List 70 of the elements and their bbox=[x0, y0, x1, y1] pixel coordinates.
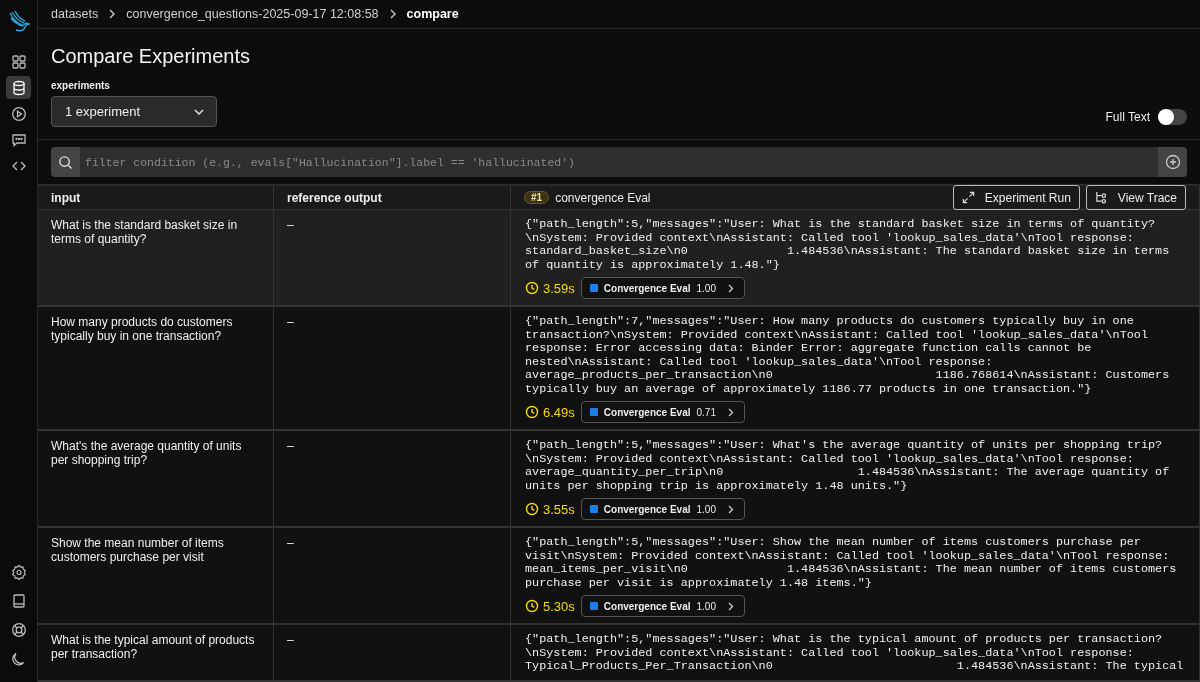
nav-button[interactable] bbox=[6, 76, 31, 99]
lifebuoy-icon bbox=[10, 621, 27, 638]
table-row[interactable] bbox=[38, 431, 1200, 528]
bird-logo-icon[interactable] bbox=[7, 10, 30, 34]
table-row[interactable] bbox=[38, 528, 1200, 625]
settings-icon bbox=[10, 563, 27, 580]
eval-chip[interactable]: Convergence Eval 1.00 bbox=[580, 595, 745, 617]
moon-icon bbox=[10, 650, 27, 667]
column-header: reference output bbox=[274, 186, 511, 209]
input-cell: What is the standard basket size in terms of quantity? bbox=[38, 210, 274, 305]
search-button[interactable] bbox=[51, 147, 80, 177]
eval-chip[interactable]: Convergence Eval 1.00 bbox=[580, 277, 745, 299]
eval-chip[interactable]: Convergence Eval 1.00 bbox=[580, 498, 745, 520]
book-icon bbox=[10, 592, 27, 609]
latency-label: 5.30s bbox=[525, 598, 575, 614]
reference-cell: – bbox=[274, 210, 511, 305]
input-cell: Show the mean number of items customers purchase per visit bbox=[38, 528, 274, 623]
full-text-toggle[interactable] bbox=[1158, 109, 1187, 125]
table-row[interactable] bbox=[38, 210, 1200, 307]
latency-label: 3.59s bbox=[525, 280, 575, 296]
clock-icon bbox=[525, 405, 539, 419]
filter-field[interactable]: filter condition (e.g., evals["Hallucination"].label == 'hallucinated') bbox=[80, 147, 1158, 177]
output-text: {"path_length":5,"messages":"User: What is the typical amount of products per transaction?\nSystem: Provided context\nAssistant: Called tool 'lookup_sales_data'\nTool response: Typical_Products_Per_Transaction\n0 1.484536\nAssistant: The typical bbox=[525, 633, 1185, 674]
plus-circle-icon bbox=[1164, 154, 1181, 170]
output-text: {"path_length":5,"messages":"User: What is the standard basket size in terms of quantity?\nSystem: Provided context\nAssistant: Called tool 'lookup_sales_data'\nTool response: standard_basket_size\n0 1.484536\nAssistant: The standard basket size in terms of quantity is approximately 1.48."} bbox=[525, 218, 1171, 272]
experiments-dropdown[interactable]: 1 experiment bbox=[51, 96, 217, 127]
experiment-number-badge: #1 bbox=[524, 191, 550, 204]
view-trace-button[interactable]: View Trace bbox=[1085, 185, 1186, 210]
breadcrumb-link[interactable]: datasets bbox=[51, 7, 99, 21]
field-label: experiments bbox=[51, 80, 110, 91]
reference-cell: – bbox=[274, 528, 511, 623]
table-row[interactable] bbox=[38, 307, 1200, 431]
play-icon bbox=[10, 105, 27, 122]
clock-icon bbox=[525, 502, 539, 516]
chevron-right-icon bbox=[728, 407, 734, 417]
output-text: {"path_length":5,"messages":"User: Show the mean number of items customers purchase per visit\nSystem: Provided context\nAssistant: Called tool 'lookup_sales_data'\nTool response: mean_items_per_visit\n0 1.484536\nAssistant: The mean number of items customers purchase per visit is approximately 1.48 items."} bbox=[525, 536, 1178, 590]
table-row[interactable] bbox=[38, 625, 1200, 682]
toggle-label: Full Text bbox=[1105, 110, 1150, 124]
output-text: {"path_length":5,"messages":"User: What's the average quantity of units per shopping trip?\nSystem: Provided context\nAssistant: Called tool 'lookup_sales_data'\nTool response: average_quantity_per_trip\n0 1.484536\nAssistant: The average quantity of units per shopping trip is approximately 1.48 units."} bbox=[525, 439, 1171, 493]
output-text: {"path_length":7,"messages":"User: How many products do customers typically buy in one transaction?\nSystem: Provided context\nAssistant: Called tool 'lookup_sales_data'\nTool response: Error accessing data: Binder Error: aggregate function calls cannot be nested\nAssistant: Called tool 'lookup_sales_data'\nTool response: average_products_per_transaction\n0 1186.768614\nAssistant: Customers typically buy an average of approximately 1186.77 products in one transaction."} bbox=[525, 315, 1171, 396]
latency-label: 3.55s bbox=[525, 501, 575, 517]
column-header: convergence Eval bbox=[555, 190, 651, 205]
input-cell: What is the typical amount of products per transaction? bbox=[38, 625, 274, 680]
chevron-down-icon bbox=[194, 108, 204, 115]
chevron-right-icon bbox=[728, 504, 734, 514]
chevron-right-icon bbox=[728, 601, 734, 611]
chevron-right-icon bbox=[388, 9, 397, 19]
clock-icon bbox=[525, 599, 539, 613]
expand-icon bbox=[961, 191, 975, 204]
chevron-right-icon bbox=[728, 283, 734, 293]
input-cell: How many products do customers typically buy in one transaction? bbox=[38, 307, 274, 429]
trace-icon bbox=[1094, 191, 1108, 204]
search-icon bbox=[58, 154, 73, 170]
chat-icon bbox=[10, 131, 27, 148]
breadcrumb-link[interactable]: compare bbox=[406, 7, 459, 21]
clock-icon bbox=[525, 281, 539, 295]
breadcrumb-link[interactable]: convergence_questions-2025-09-17 12:08:58 bbox=[126, 7, 379, 21]
column-header: input bbox=[38, 186, 274, 209]
reference-cell: – bbox=[274, 431, 511, 526]
reference-cell: – bbox=[274, 307, 511, 429]
reference-cell: – bbox=[274, 625, 511, 680]
latency-label: 6.49s bbox=[525, 404, 575, 420]
database-icon bbox=[10, 79, 27, 96]
eval-chip[interactable]: Convergence Eval 0.71 bbox=[580, 401, 745, 423]
chevron-right-icon bbox=[108, 9, 117, 19]
add-filter-button[interactable] bbox=[1158, 147, 1187, 177]
input-cell: What's the average quantity of units per shopping trip? bbox=[38, 431, 274, 526]
experiment-run-button[interactable]: Experiment Run bbox=[952, 185, 1080, 210]
page-title: Compare Experiments bbox=[51, 45, 250, 68]
grid-icon bbox=[10, 53, 27, 70]
